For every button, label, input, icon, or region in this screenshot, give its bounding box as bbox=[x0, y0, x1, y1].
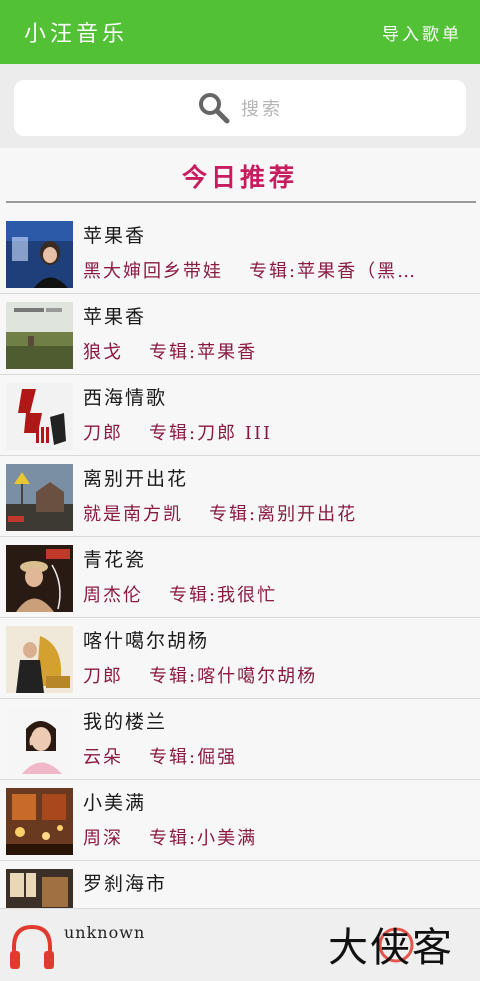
song-title: 离别开出花 bbox=[83, 468, 189, 490]
song-artist: 周杰伦 bbox=[83, 585, 143, 606]
song-item[interactable]: 苹果香 黑大婶回乡带娃 专辑:苹果香（黑… bbox=[0, 213, 480, 294]
search-icon bbox=[199, 93, 230, 124]
song-item[interactable]: 喀什噶尔胡杨 刀郎 专辑:喀什噶尔胡杨 bbox=[0, 618, 480, 699]
song-album: 专辑:苹果香（黑… bbox=[249, 261, 418, 282]
app-title: 小汪音乐 bbox=[24, 22, 129, 47]
song-artist: 云朵 bbox=[83, 747, 123, 768]
album-cover-image bbox=[6, 221, 73, 288]
song-album: 专辑:离别开出花 bbox=[209, 504, 358, 525]
song-artist: 刀郎 bbox=[83, 423, 123, 444]
song-album: 专辑:我很忙 bbox=[169, 585, 278, 606]
song-item[interactable]: 我的楼兰 云朵 专辑:倔强 bbox=[0, 699, 480, 780]
headphones-icon[interactable] bbox=[8, 921, 56, 973]
song-item[interactable]: 青花瓷 周杰伦 专辑:我很忙 bbox=[0, 537, 480, 618]
section-title: 今日推荐 bbox=[181, 163, 298, 192]
app-screen: 小汪音乐 导入歌单 搜索 今日推荐 苹果香 黑大婶回乡带娃 专辑:苹果香（黑… … bbox=[0, 0, 480, 981]
song-title: 小美满 bbox=[83, 792, 147, 814]
song-title: 我的楼兰 bbox=[83, 711, 168, 733]
song-artist: 就是南方凯 bbox=[83, 504, 183, 525]
search-area: 搜索 bbox=[0, 64, 480, 148]
top-bar: 小汪音乐 导入歌单 bbox=[0, 0, 480, 64]
song-meta: 黑大婶回乡带娃 专辑:苹果香（黑… bbox=[83, 257, 463, 283]
song-item[interactable]: 西海情歌 刀郎 专辑:刀郎 III bbox=[0, 375, 480, 456]
song-meta: 周深 专辑:小美满 bbox=[83, 824, 463, 850]
album-cover-image bbox=[6, 302, 73, 369]
mini-player[interactable]: unknown 大侠客 bbox=[0, 908, 480, 981]
song-artist: 刀郎 bbox=[83, 666, 123, 687]
song-title: 喀什噶尔胡杨 bbox=[83, 630, 210, 652]
svg-text:大侠客: 大侠客 bbox=[328, 925, 454, 971]
song-title: 西海情歌 bbox=[83, 387, 168, 409]
album-cover-image bbox=[6, 626, 73, 693]
song-artist: 黑大婶回乡带娃 bbox=[83, 261, 223, 282]
album-cover-image bbox=[6, 869, 73, 908]
song-artist: 狼戈 bbox=[83, 342, 123, 363]
song-title: 苹果香 bbox=[83, 225, 147, 247]
song-album: 专辑:苹果香 bbox=[149, 342, 258, 363]
song-item[interactable]: 罗刹海市 bbox=[0, 861, 480, 908]
song-artist: 周深 bbox=[83, 828, 123, 849]
song-list[interactable]: 苹果香 黑大婶回乡带娃 专辑:苹果香（黑… 苹果香 狼戈 专辑:苹果香 西海情歌… bbox=[0, 213, 480, 908]
song-item[interactable]: 离别开出花 就是南方凯 专辑:离别开出花 bbox=[0, 456, 480, 537]
album-cover-image bbox=[6, 383, 73, 450]
album-cover-image bbox=[6, 545, 73, 612]
song-title: 苹果香 bbox=[83, 306, 147, 328]
watermark-logo: 大侠客 bbox=[328, 925, 454, 971]
import-playlist-button[interactable]: 导入歌单 bbox=[382, 20, 462, 45]
song-meta: 周杰伦 专辑:我很忙 bbox=[83, 581, 463, 607]
song-meta: 就是南方凯 专辑:离别开出花 bbox=[83, 500, 463, 526]
song-meta: 云朵 专辑:倔强 bbox=[83, 743, 463, 769]
search-placeholder: 搜索 bbox=[241, 99, 283, 120]
album-cover-image bbox=[6, 464, 73, 531]
song-album: 专辑:倔强 bbox=[149, 747, 238, 768]
song-item[interactable]: 小美满 周深 专辑:小美满 bbox=[0, 780, 480, 861]
song-meta: 刀郎 专辑:刀郎 III bbox=[83, 419, 463, 445]
song-item[interactable]: 苹果香 狼戈 专辑:苹果香 bbox=[0, 294, 480, 375]
search-input[interactable]: 搜索 bbox=[14, 80, 466, 136]
album-cover-image bbox=[6, 707, 73, 774]
album-cover-image bbox=[6, 788, 73, 855]
song-album: 专辑:小美满 bbox=[149, 828, 258, 849]
section-divider bbox=[6, 201, 476, 203]
song-title: 青花瓷 bbox=[83, 549, 147, 571]
now-playing-title: unknown bbox=[64, 923, 146, 942]
song-title: 罗刹海市 bbox=[83, 873, 168, 895]
song-album: 专辑:喀什噶尔胡杨 bbox=[149, 666, 318, 687]
song-meta: 狼戈 专辑:苹果香 bbox=[83, 338, 463, 364]
song-meta: 刀郎 专辑:喀什噶尔胡杨 bbox=[83, 662, 463, 688]
song-album: 专辑:刀郎 III bbox=[149, 423, 273, 444]
